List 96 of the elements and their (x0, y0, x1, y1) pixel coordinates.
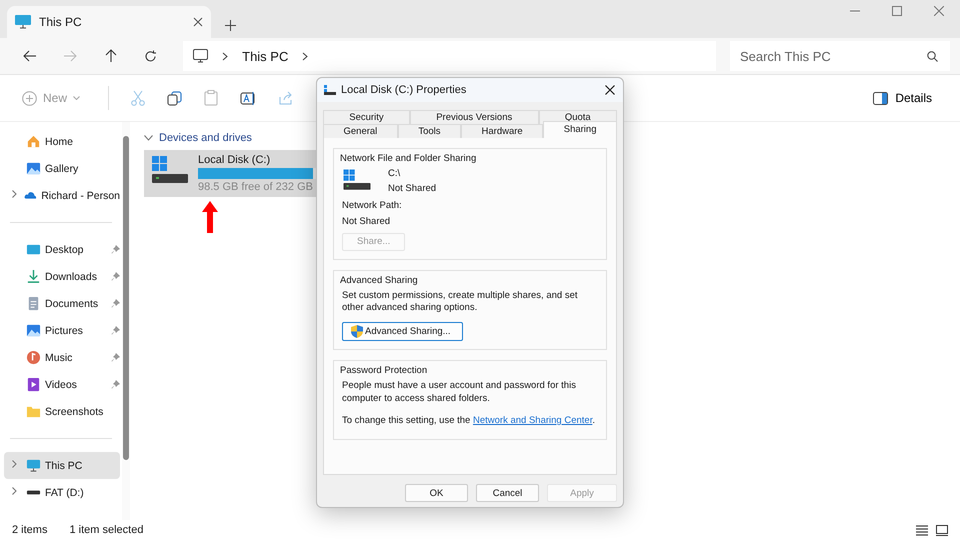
free-space: 98.5 GB free of 232 GB (198, 181, 313, 193)
close-icon[interactable] (934, 6, 944, 16)
monitor-icon (193, 49, 208, 63)
scrollbar-thumb[interactable] (123, 136, 129, 460)
dialog-button[interactable]: OK (405, 484, 468, 502)
dialog-tab[interactable]: Sharing (543, 121, 617, 138)
group-title: Network File and Folder Sharing (338, 153, 478, 164)
network-path-label: Network Path: (342, 200, 403, 212)
search-field[interactable]: Search This PC (730, 41, 950, 71)
network-path: Not Shared (342, 216, 392, 229)
search-icon[interactable] (927, 51, 938, 62)
pc-icon (26, 458, 41, 473)
sidebar-label: Videos (45, 378, 78, 390)
sidebar-label: Gallery (45, 162, 80, 174)
sidebar-item[interactable]: FAT (D:) (4, 479, 120, 506)
section-title: Devices and drives (159, 132, 252, 144)
rename-icon[interactable] (240, 90, 258, 106)
refresh-icon[interactable] (144, 50, 158, 62)
close-button[interactable] (605, 82, 615, 98)
gallery-icon (26, 161, 41, 176)
sidebar-label: Downloads (45, 270, 98, 282)
desktop-icon (26, 242, 41, 257)
chevron-icon (222, 52, 228, 60)
sidebar-label: Desktop (45, 244, 85, 256)
sharing-center-link[interactable]: Network and Sharing Center (472, 415, 592, 426)
sidebar-label: Richard - Person (41, 190, 120, 202)
arrow-drawing (202, 201, 218, 233)
document-icon (26, 296, 41, 311)
dialog-tab[interactable]: Hardware (461, 124, 544, 138)
sidebar-label: Documents (45, 298, 100, 310)
group-title: Password Protection (338, 365, 430, 376)
dialog-tab[interactable]: Previous Versions (410, 110, 539, 124)
sidebar-label: This PC (45, 460, 84, 472)
password-description: People must have a user account and password for this computer to access shared folders. (342, 380, 577, 406)
home-icon (26, 134, 41, 149)
monitor-icon (15, 15, 31, 29)
shield-icon (351, 325, 363, 338)
sidebar-label: Home (45, 136, 74, 148)
caret-icon (73, 96, 80, 100)
sidebar-item[interactable]: Documents (4, 290, 120, 317)
sidebar-label: Screenshots (45, 406, 104, 418)
music-icon (26, 350, 41, 365)
maximize-icon[interactable] (892, 6, 902, 16)
breadcrumb[interactable]: This PC (242, 48, 288, 64)
dialog-tab[interactable]: Security (323, 110, 410, 124)
sidebar-item[interactable]: Pictures (4, 317, 120, 344)
advanced-sharing-button[interactable]: Advanced Sharing... (342, 322, 463, 342)
sidebar-label: Music (45, 352, 74, 364)
sidebar-item[interactable]: Videos (4, 371, 120, 398)
gallery-icon (26, 323, 41, 338)
tab-title: This PC (39, 15, 83, 29)
chevron-icon[interactable] (12, 487, 17, 495)
drive-name: Local Disk (C:) (198, 154, 270, 166)
selection-count: 1 item selected (69, 524, 144, 536)
copy-icon[interactable] (167, 90, 182, 106)
chevron-icon[interactable] (144, 135, 153, 141)
plus-icon (22, 90, 37, 106)
dialog-button[interactable]: Cancel (476, 484, 539, 502)
back-icon[interactable] (23, 50, 38, 62)
chevron-icon[interactable] (12, 190, 17, 198)
sidebar-item[interactable]: Gallery (4, 155, 120, 182)
sidebar-item[interactable]: This PC (4, 452, 120, 479)
sidebar-item[interactable]: Desktop (4, 236, 120, 263)
sidebar-item[interactable]: Home (4, 128, 120, 155)
sidebar-item[interactable]: Screenshots (4, 398, 120, 425)
item-count: 2 items (12, 524, 48, 536)
folder-icon (26, 404, 41, 419)
chevron-icon (302, 52, 308, 60)
window-tab[interactable]: This PC (7, 6, 211, 38)
share-path: C:\ (388, 168, 402, 179)
drive-icon (150, 154, 190, 186)
sidebar-item[interactable]: Downloads (4, 263, 120, 290)
dialog-tab[interactable]: Tools (398, 124, 462, 138)
settings-note: To change this setting, use the Network and Sharing Center. (342, 415, 596, 428)
advanced-description: Set custom permissions, create multiple shares, and set other advanced sharing options. (342, 290, 578, 314)
sidebar-item[interactable]: Richard - Person (4, 182, 120, 209)
details-button[interactable]: Details (867, 90, 938, 106)
drive-icon (342, 168, 372, 192)
sidebar-label: Pictures (45, 324, 84, 336)
sidebar-item[interactable]: Music (4, 344, 120, 371)
panel-icon (873, 92, 888, 104)
video-icon (26, 377, 41, 392)
drive-icon (324, 85, 336, 95)
close-icon (605, 84, 615, 94)
tiles-view-icon[interactable] (936, 524, 948, 536)
new-tab-icon[interactable] (225, 20, 236, 31)
chevron-icon[interactable] (12, 460, 17, 468)
dialog-tab[interactable]: General (323, 124, 398, 138)
dialog-title: Local Disk (C:) Properties (341, 84, 468, 96)
group-title: Advanced Sharing (338, 274, 420, 286)
up-icon[interactable] (104, 49, 117, 63)
download-icon (26, 269, 41, 284)
list-view-icon[interactable] (916, 524, 928, 536)
sidebar-label: FAT (D:) (45, 486, 85, 498)
close-icon[interactable] (193, 17, 203, 27)
address-bar[interactable]: This PC (183, 41, 716, 71)
